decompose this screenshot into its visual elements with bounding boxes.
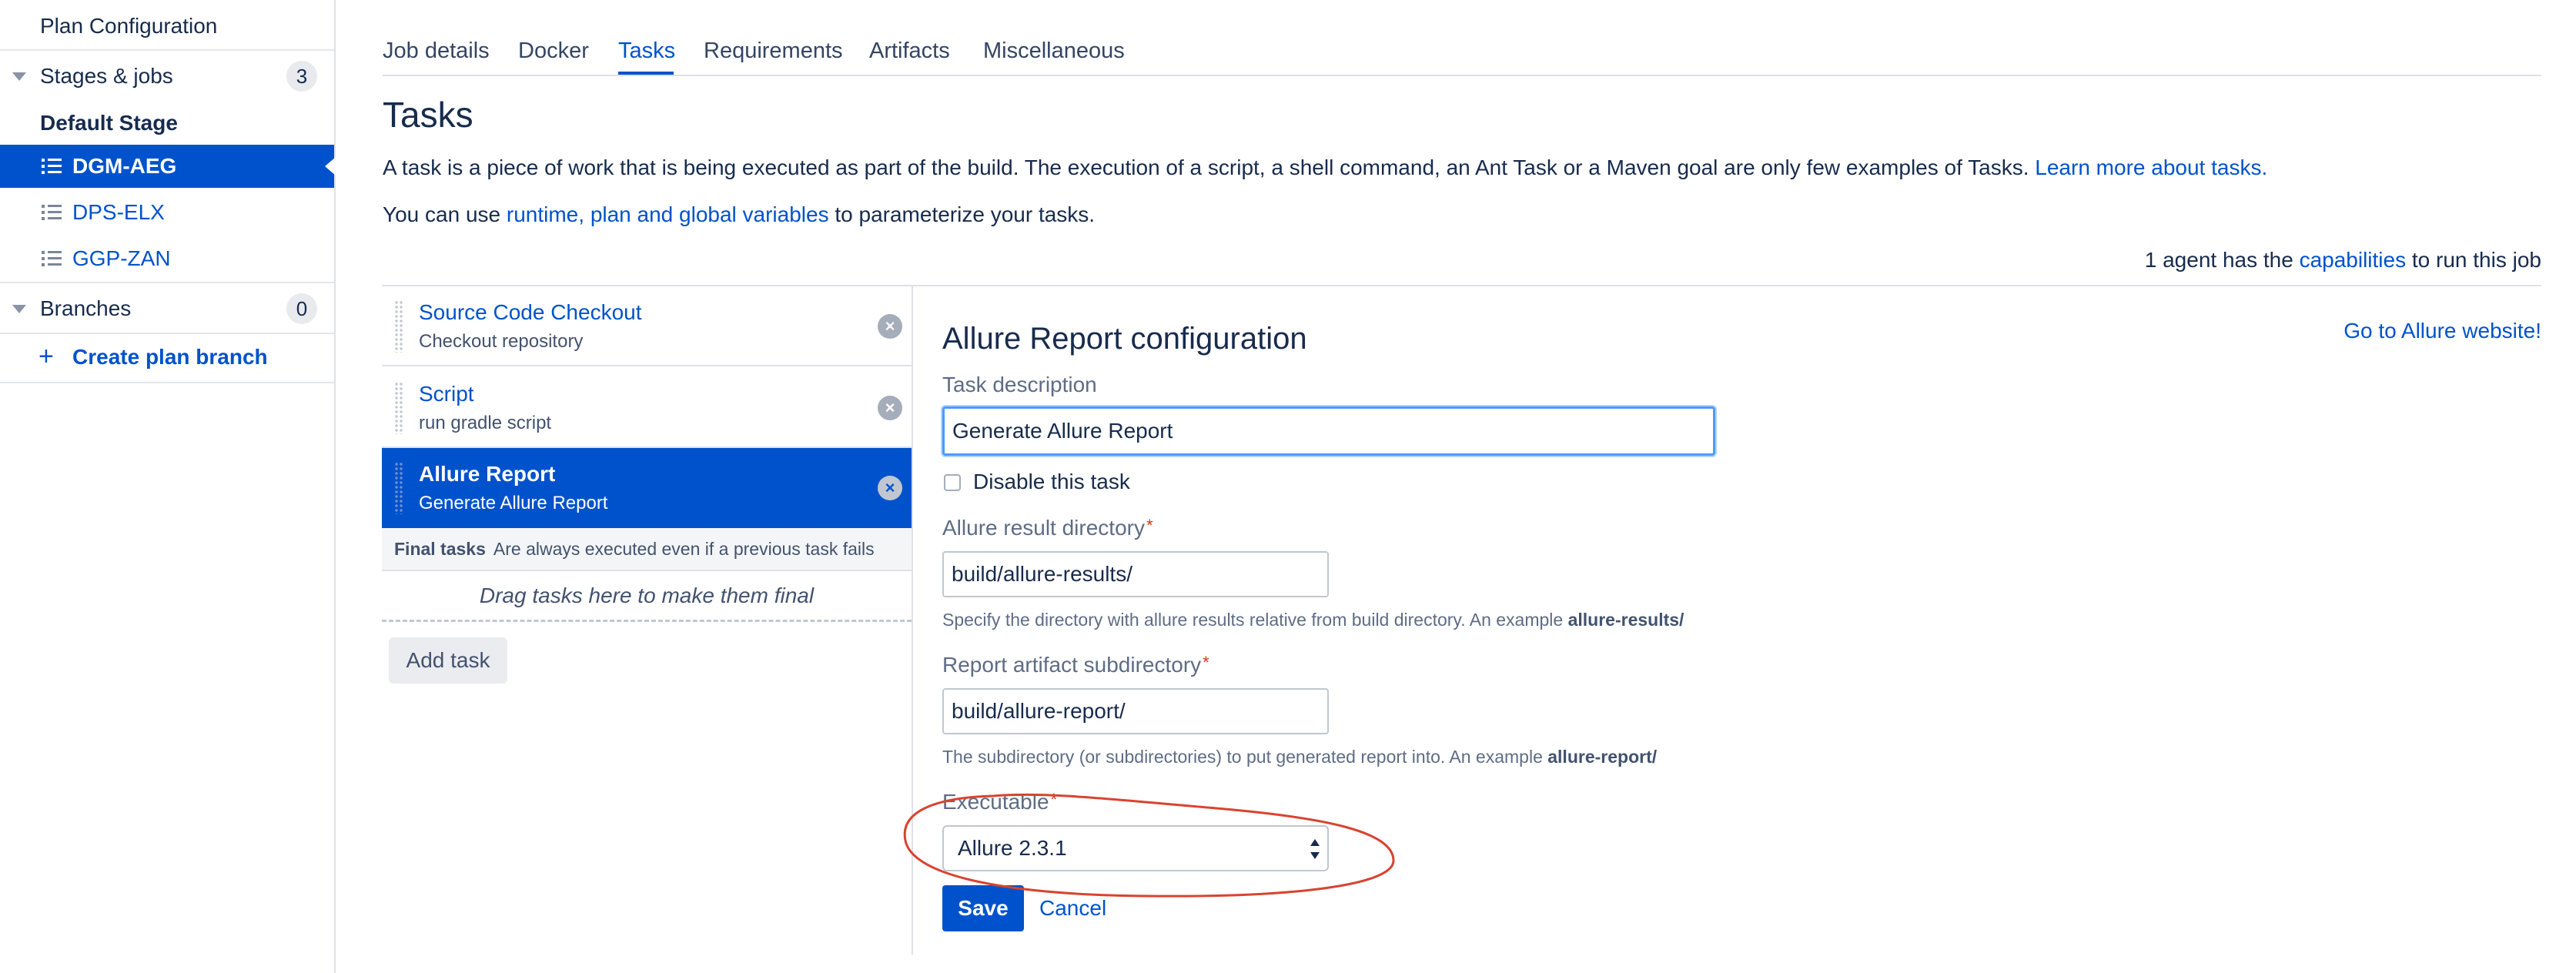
- disable-task-label[interactable]: Disable this task: [973, 470, 1130, 494]
- job-label: GGP-ZAN: [72, 246, 171, 270]
- drag-handle-icon[interactable]: [394, 382, 403, 434]
- agents-prefix: 1 agent has the: [2144, 248, 2293, 272]
- active-tab-indicator: [618, 72, 674, 75]
- branches-toggle[interactable]: Branches 0: [0, 283, 334, 334]
- required-marker: *: [1146, 516, 1153, 535]
- required-marker: *: [1050, 790, 1058, 809]
- stages-jobs-label: Stages & jobs: [40, 64, 173, 88]
- list-icon: [42, 250, 62, 267]
- page-title: Tasks: [383, 95, 473, 135]
- tab-docker[interactable]: Docker: [518, 38, 589, 64]
- task-list-divider: [912, 285, 913, 955]
- final-tasks-header: Final tasks Are always executed even if …: [382, 528, 912, 571]
- result-directory-input[interactable]: build/allure-results/: [942, 551, 1329, 597]
- job-label: DPS-ELX: [72, 200, 165, 224]
- result-directory-example: allure-results/: [1567, 610, 1684, 630]
- create-plan-branch-link[interactable]: + Create plan branch: [0, 340, 334, 374]
- tab-job-details[interactable]: Job details: [383, 38, 490, 64]
- allure-website-link[interactable]: Go to Allure website!: [2343, 319, 2541, 343]
- task-item-source-code-checkout[interactable]: Source Code Checkout Checkout repository…: [382, 286, 912, 366]
- task-item-allure-report[interactable]: Allure Report Generate Allure Report ×: [382, 448, 912, 528]
- executable-label: Executable*: [942, 790, 1057, 814]
- task-subtitle: run gradle script: [419, 413, 552, 433]
- tab-requirements[interactable]: Requirements: [704, 38, 843, 64]
- result-directory-label-text: Allure result directory: [942, 516, 1145, 540]
- select-arrows-icon: [1310, 839, 1321, 859]
- default-stage-heading: Default Stage: [0, 108, 334, 139]
- final-tasks-description: Are always executed even if a previous t…: [493, 538, 875, 559]
- report-subdirectory-label: Report artifact subdirectory*: [942, 653, 1209, 677]
- branches-label: Branches: [40, 296, 132, 320]
- variables-paragraph: You can use runtime, plan and global var…: [383, 202, 1095, 227]
- stages-jobs-toggle[interactable]: Stages & jobs 3: [0, 51, 334, 102]
- final-tasks-label: Final tasks: [394, 538, 486, 559]
- active-indicator: [325, 157, 336, 176]
- intro-paragraph: A task is a piece of work that is being …: [383, 155, 2267, 180]
- result-directory-label: Allure result directory*: [942, 516, 1153, 540]
- intro-text: A task is a piece of work that is being …: [383, 155, 2029, 179]
- agents-capabilities-note: 1 agent has the capabilities to run this…: [2145, 248, 2541, 273]
- delete-task-icon[interactable]: ×: [878, 476, 902, 500]
- report-subdirectory-example: allure-report/: [1547, 747, 1658, 767]
- sidebar-job-dgm-aeg[interactable]: DGM-AEG: [0, 145, 336, 188]
- report-subdirectory-input[interactable]: build/allure-report/: [942, 688, 1329, 734]
- report-subdirectory-help-text: The subdirectory (or subdirectories) to …: [942, 747, 1543, 767]
- create-plan-branch-label: Create plan branch: [72, 345, 268, 369]
- task-title: Source Code Checkout: [419, 300, 642, 324]
- variables-prefix: You can use: [383, 202, 501, 226]
- task-subtitle: Generate Allure Report: [419, 493, 608, 513]
- divider: [0, 333, 334, 334]
- config-title: Allure Report configuration: [942, 322, 1307, 356]
- task-title: Allure Report: [419, 462, 556, 486]
- tab-tasks[interactable]: Tasks: [618, 38, 675, 64]
- drag-handle-icon[interactable]: [394, 300, 403, 353]
- executable-select[interactable]: Allure 2.3.1: [942, 825, 1329, 871]
- final-tasks-drop-zone[interactable]: Drag tasks here to make them final: [382, 571, 912, 622]
- drag-handle-icon[interactable]: [394, 462, 403, 514]
- stages-count-badge: 3: [286, 61, 317, 92]
- task-description-label: Task description: [942, 373, 1097, 396]
- task-subtitle: Checkout repository: [419, 331, 584, 352]
- sidebar: Plan Configuration Stages & jobs 3 Defau…: [0, 0, 336, 973]
- tab-miscellaneous[interactable]: Miscellaneous: [983, 38, 1125, 64]
- plus-icon: +: [38, 342, 54, 371]
- plan-configuration-link[interactable]: Plan Configuration: [0, 11, 334, 42]
- save-button[interactable]: Save: [942, 885, 1024, 931]
- delete-task-icon[interactable]: ×: [878, 314, 902, 339]
- job-label: DGM-AEG: [72, 154, 177, 178]
- learn-more-link[interactable]: Learn more about tasks.: [2035, 155, 2267, 179]
- report-subdirectory-label-text: Report artifact subdirectory: [942, 653, 1202, 677]
- sidebar-job-ggp-zan[interactable]: GGP-ZAN: [0, 237, 334, 280]
- add-task-button[interactable]: Add task: [389, 637, 507, 684]
- result-directory-help: Specify the directory with allure result…: [942, 610, 1684, 630]
- task-title: Script: [419, 382, 474, 406]
- task-item-script[interactable]: Script run gradle script ×: [382, 368, 912, 448]
- agents-suffix: to run this job: [2411, 248, 2541, 272]
- caret-down-icon: [12, 72, 26, 81]
- divider: [0, 382, 334, 383]
- sidebar-job-dps-elx[interactable]: DPS-ELX: [0, 191, 334, 234]
- delete-task-icon[interactable]: ×: [878, 396, 902, 420]
- tabs-divider: [383, 75, 2541, 76]
- branches-count-badge: 0: [286, 293, 317, 324]
- list-icon: [42, 158, 62, 175]
- variables-suffix: to parameterize your tasks.: [835, 202, 1096, 226]
- list-icon: [42, 204, 62, 221]
- executable-label-text: Executable: [942, 790, 1049, 814]
- report-subdirectory-help: The subdirectory (or subdirectories) to …: [942, 747, 1657, 767]
- task-description-input[interactable]: Generate Allure Report: [942, 406, 1715, 456]
- plan-configuration-label: Plan Configuration: [40, 14, 218, 38]
- disable-task-checkbox[interactable]: [944, 474, 961, 491]
- executable-selected-value: Allure 2.3.1: [958, 836, 1067, 860]
- tab-artifacts[interactable]: Artifacts: [869, 38, 950, 64]
- result-directory-help-text: Specify the directory with allure result…: [942, 610, 1564, 630]
- required-marker: *: [1203, 653, 1209, 672]
- cancel-link[interactable]: Cancel: [1039, 896, 1106, 921]
- caret-down-icon: [12, 305, 26, 313]
- capabilities-link[interactable]: capabilities: [2300, 248, 2407, 272]
- variables-link[interactable]: runtime, plan and global variables: [507, 202, 829, 226]
- default-stage-label: Default Stage: [40, 111, 178, 135]
